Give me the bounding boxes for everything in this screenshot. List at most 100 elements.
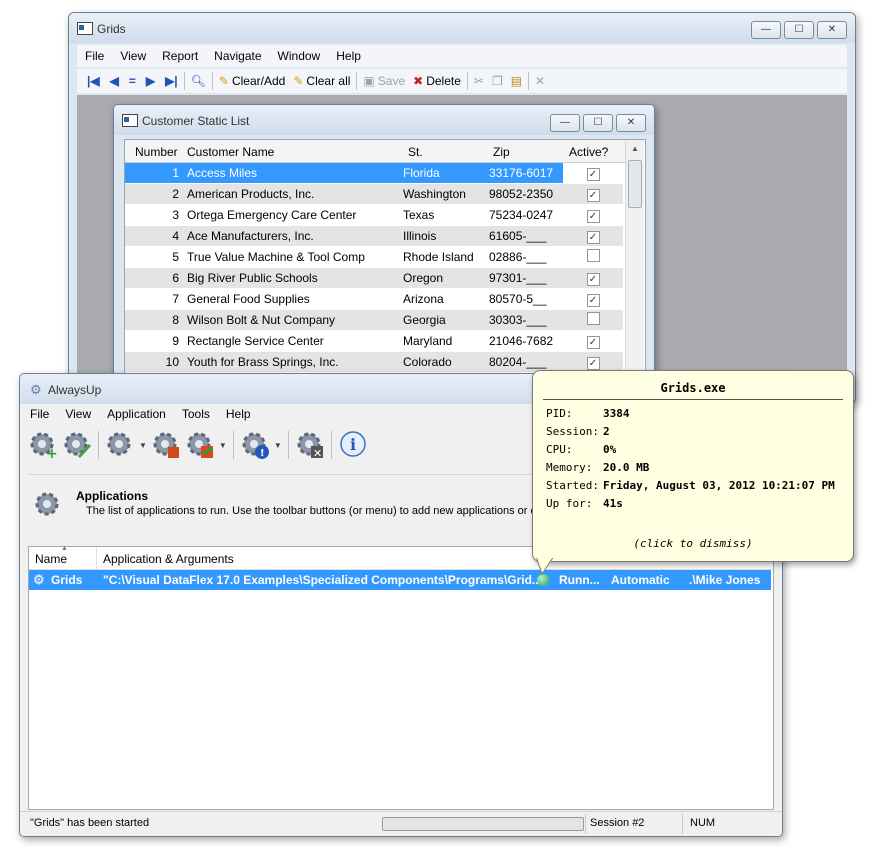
menu-report[interactable]: Report [154, 49, 206, 63]
customer-cell-active[interactable]: ✓ [563, 267, 623, 289]
start-dropdown-icon[interactable]: ▼ [139, 441, 147, 450]
previous-record-icon[interactable]: ◀ [110, 74, 119, 88]
col-application-arguments[interactable]: Application & Arguments [103, 552, 234, 566]
col-zip[interactable]: Zip [493, 145, 510, 159]
customer-close-button[interactable]: ✕ [616, 114, 646, 132]
customer-cell-active[interactable] [563, 309, 623, 331]
active-checkbox[interactable]: ✓ [586, 209, 600, 223]
clear-all-button[interactable]: ✎ Clear all [289, 71, 354, 91]
customer-cell-active[interactable]: ✓ [563, 288, 623, 310]
customer-cell-name[interactable]: General Food Supplies [183, 288, 399, 310]
grid-scrollbar[interactable]: ▲ [625, 140, 644, 405]
customer-cell-num[interactable]: 1 [125, 163, 183, 184]
customer-cell-st[interactable]: Texas [399, 204, 485, 226]
customer-cell-active[interactable]: ✓ [563, 204, 623, 226]
customer-cell-num[interactable]: 7 [125, 288, 183, 310]
customer-cell-num[interactable]: 10 [125, 351, 183, 373]
customer-cell-st[interactable]: Arizona [399, 288, 485, 310]
paste-icon[interactable]: ▤ [511, 74, 522, 88]
customer-cell-num[interactable]: 3 [125, 204, 183, 226]
customer-cell-num[interactable]: 2 [125, 183, 183, 205]
customer-cell-st[interactable]: Illinois [399, 225, 485, 247]
customer-maximize-button[interactable]: ☐ [583, 114, 613, 132]
tooltip-dismiss[interactable]: (click to dismiss) [533, 537, 853, 550]
customer-cell-zip[interactable]: 61605-___ [485, 225, 563, 247]
minimize-button[interactable]: — [751, 21, 781, 39]
scroll-thumb[interactable] [628, 160, 642, 208]
customer-cell-name[interactable]: Access Miles [183, 163, 399, 184]
active-checkbox[interactable]: ✓ [586, 293, 600, 307]
stop-application-icon[interactable] [151, 430, 181, 460]
customer-cell-name[interactable]: Big River Public Schools [183, 267, 399, 289]
au-menu-tools[interactable]: Tools [174, 407, 218, 421]
start-application-icon[interactable] [105, 430, 135, 460]
active-checkbox[interactable]: ✓ [586, 230, 600, 244]
customer-cell-zip[interactable]: 98052-2350 [485, 183, 563, 205]
customer-cell-zip[interactable]: 21046-7682 [485, 330, 563, 352]
menu-view[interactable]: View [112, 49, 154, 63]
customer-cell-num[interactable]: 8 [125, 309, 183, 331]
cut-icon[interactable]: ✂ [474, 74, 484, 88]
customer-cell-name[interactable]: Rectangle Service Center [183, 330, 399, 352]
menu-window[interactable]: Window [270, 49, 329, 63]
info-icon[interactable]: i [338, 430, 368, 460]
customer-cell-zip[interactable]: 75234-0247 [485, 204, 563, 226]
col-state[interactable]: St. [408, 145, 423, 159]
customer-list-titlebar[interactable]: Customer Static List — ☐ ✕ [114, 105, 654, 135]
next-record-icon[interactable]: ▶ [146, 74, 155, 88]
save-button[interactable]: ▣ Save [359, 71, 409, 91]
delete-button[interactable]: ✖ Delete [409, 71, 465, 91]
customer-row[interactable]: 8 Wilson Bolt & Nut Company Georgia 30303-_… [125, 309, 623, 331]
customer-cell-zip[interactable]: 80570-5__ [485, 288, 563, 310]
report-activity-icon[interactable]: ! [240, 430, 270, 460]
customer-row[interactable]: 9 Rectangle Service Center Maryland 21046-7… [125, 330, 623, 352]
customer-cell-st[interactable]: Florida [399, 163, 485, 184]
current-record-icon[interactable]: = [129, 74, 136, 88]
customer-cell-name[interactable]: True Value Machine & Tool Comp [183, 246, 399, 268]
customer-row[interactable]: 4 Ace Manufacturers, Inc. Illinois 61605-__… [125, 225, 623, 247]
customer-cell-num[interactable]: 6 [125, 267, 183, 289]
process-tooltip[interactable]: Grids.exe PID: 3384 Session: 2 CPU: 0% Memo… [532, 370, 854, 562]
customer-cell-active[interactable]: ✓ [563, 163, 623, 184]
customer-cell-st[interactable]: Georgia [399, 309, 485, 331]
customer-row[interactable]: 1 Access Miles Florida 33176-6017 ✓ [125, 163, 623, 184]
customer-cell-st[interactable]: Oregon [399, 267, 485, 289]
edit-application-icon[interactable] [62, 430, 92, 460]
col-active[interactable]: Active? [569, 145, 608, 159]
customer-cell-st[interactable]: Maryland [399, 330, 485, 352]
scroll-up-icon[interactable]: ▲ [631, 144, 639, 153]
customer-row[interactable]: 5 True Value Machine & Tool Comp Rhode Isl… [125, 246, 623, 268]
customer-row[interactable]: 3 Ortega Emergency Care Center Texas 75234-… [125, 204, 623, 226]
active-checkbox[interactable]: ✓ [586, 272, 600, 286]
customer-row[interactable]: 7 General Food Supplies Arizona 80570-5__ ✓ [125, 288, 623, 310]
clear-add-button[interactable]: ✎ Clear/Add [215, 71, 289, 91]
customer-cell-active[interactable]: ✓ [563, 330, 623, 352]
customer-cell-active[interactable] [563, 246, 623, 268]
menu-navigate[interactable]: Navigate [206, 49, 269, 63]
active-checkbox[interactable]: ✓ [586, 335, 600, 349]
customer-cell-zip[interactable]: 33176-6017 [485, 163, 563, 184]
application-row[interactable]: ⚙ Grids "C:\Visual DataFlex 17.0 Example… [29, 570, 771, 590]
active-checkbox[interactable]: ✓ [586, 188, 600, 202]
customer-cell-active[interactable]: ✓ [563, 183, 623, 205]
active-checkbox[interactable] [586, 249, 600, 262]
customer-cell-st[interactable]: Washington [399, 183, 485, 205]
au-menu-file[interactable]: File [28, 407, 57, 421]
customer-cell-name[interactable]: American Products, Inc. [183, 183, 399, 205]
active-checkbox[interactable] [586, 312, 600, 325]
customer-cell-num[interactable]: 5 [125, 246, 183, 268]
customer-row[interactable]: 2 American Products, Inc. Washington 98052-… [125, 183, 623, 205]
col-name[interactable]: Name [35, 552, 67, 566]
last-record-icon[interactable]: ▶| [165, 74, 178, 88]
customer-cell-num[interactable]: 4 [125, 225, 183, 247]
report-dropdown-icon[interactable]: ▼ [274, 441, 282, 450]
restart-application-icon[interactable] [185, 430, 215, 460]
customer-cell-num[interactable]: 9 [125, 330, 183, 352]
maximize-button[interactable]: ☐ [784, 21, 814, 39]
customer-row[interactable]: 6 Big River Public Schools Oregon 97301-___… [125, 267, 623, 289]
customer-cell-name[interactable]: Youth for Brass Springs, Inc. [183, 351, 399, 373]
customer-cell-name[interactable]: Ace Manufacturers, Inc. [183, 225, 399, 247]
customer-cell-st[interactable]: Rhode Island [399, 246, 485, 268]
customer-cell-active[interactable]: ✓ [563, 225, 623, 247]
grids-titlebar[interactable]: Grids — ☐ ✕ [69, 13, 855, 43]
